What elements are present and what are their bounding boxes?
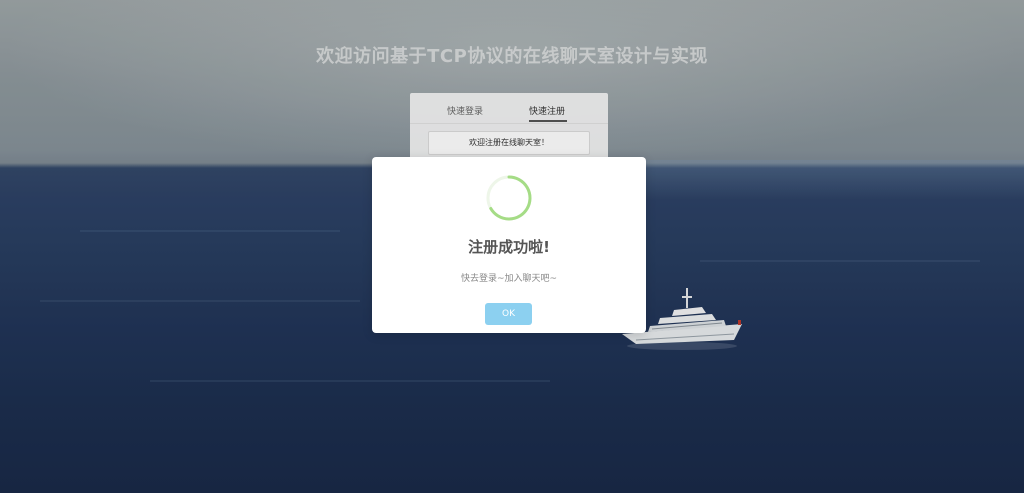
dialog-title: 注册成功啦! [468, 238, 550, 256]
success-dialog: 注册成功啦! 快去登录~加入聊天吧~ OK [372, 157, 646, 333]
loading-spinner-icon [486, 175, 532, 221]
page-background: 欢迎访问基于TCP协议的在线聊天室设计与实现 快速登录 快速注册 欢迎注册在线聊… [0, 0, 1024, 493]
ok-button[interactable]: OK [485, 303, 532, 325]
dialog-message: 快去登录~加入聊天吧~ [460, 274, 558, 284]
